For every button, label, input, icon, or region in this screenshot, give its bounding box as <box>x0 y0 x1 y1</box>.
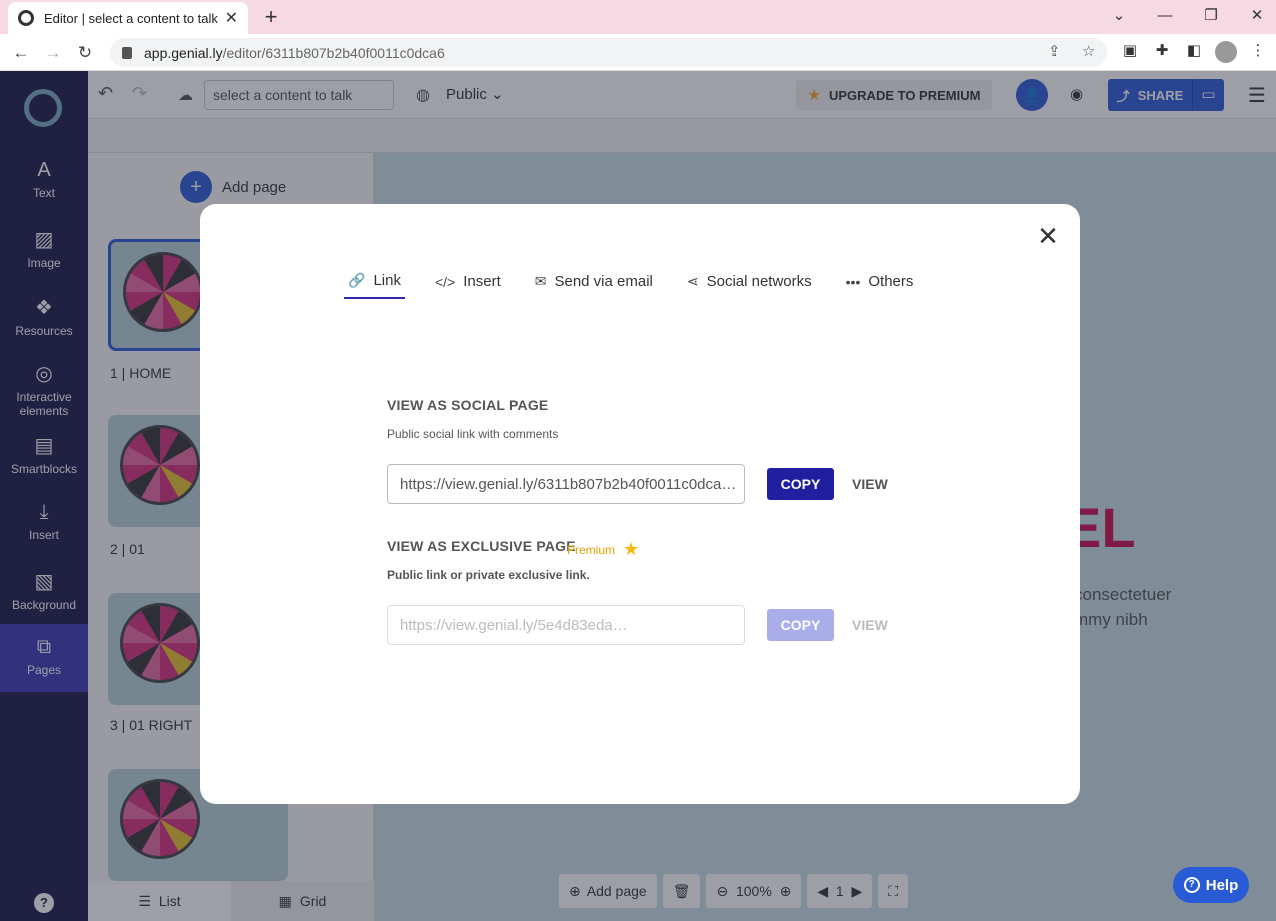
url-path: /editor/6311b807b2b40f0011c0dca6 <box>222 44 445 61</box>
premium-label: Premium <box>567 542 616 557</box>
code-icon: </> <box>434 273 456 290</box>
tab-label: Link <box>373 272 401 289</box>
back-icon[interactable]: ← <box>8 40 34 66</box>
minimize-button[interactable]: — <box>1150 4 1180 28</box>
more-icon: ••• <box>845 273 861 290</box>
tab-search-icon[interactable]: ⌄ <box>1104 4 1134 28</box>
share-icon: ⋖ <box>686 273 699 289</box>
premium-badge: Premium ★ <box>567 539 639 560</box>
help-button[interactable]: ? Help <box>1173 867 1249 903</box>
url-host: app.genial.ly <box>144 44 223 61</box>
tab-label: Send via email <box>554 273 653 290</box>
tab-title: Editor | select a content to talk <box>44 10 218 26</box>
tab-insert[interactable]: </> Insert <box>431 272 505 299</box>
sidepanel-icon[interactable]: ◧ <box>1184 41 1204 61</box>
reload-icon[interactable]: ↻ <box>72 40 98 66</box>
help-label: Help <box>1205 876 1239 894</box>
lock-icon <box>122 46 132 59</box>
restore-button[interactable]: ❐ <box>1196 4 1226 28</box>
exclusive-link-field: https://view.genial.ly/5e4d83eda… <box>387 605 745 645</box>
tab-label: Insert <box>463 273 501 290</box>
copy-social-link-button[interactable]: COPY <box>767 468 834 500</box>
genially-favicon-icon <box>18 10 34 26</box>
tab-others[interactable]: ••• Others <box>842 272 918 299</box>
share-tabs: 🔗 Link </> Insert ✉ Send via email ⋖ Social … <box>344 272 943 299</box>
copy-exclusive-link-button: COPY <box>767 609 834 641</box>
star-icon: ★ <box>623 539 640 559</box>
close-icon[interactable]: ✕ <box>1036 223 1060 249</box>
puzzle-icon[interactable]: ✚ <box>1152 41 1172 61</box>
close-window-button[interactable]: ✕ <box>1242 4 1272 28</box>
new-tab-button[interactable]: + <box>258 4 284 30</box>
exclusive-page-subtitle: Public link or private exclusive link. <box>387 568 590 582</box>
profile-avatar[interactable] <box>1215 41 1237 63</box>
social-link-field[interactable]: https://view.genial.ly/6311b807b2b40f001… <box>387 464 745 504</box>
browser-menu-icon[interactable]: ⋮ <box>1248 41 1268 61</box>
exclusive-page-title: VIEW AS EXCLUSIVE PAGE <box>387 538 576 554</box>
close-tab-icon[interactable]: ✕ <box>225 8 238 28</box>
help-icon: ? <box>1183 877 1200 893</box>
email-icon: ✉ <box>534 273 547 289</box>
forward-icon[interactable]: → <box>40 40 66 66</box>
browser-tabbar: Editor | select a content to talk ✕ + ⌄ … <box>0 0 1276 34</box>
tab-send-via-email[interactable]: ✉ Send via email <box>531 272 657 299</box>
browser-tab[interactable]: Editor | select a content to talk ✕ <box>8 2 248 34</box>
tab-link[interactable]: 🔗 Link <box>344 272 405 299</box>
social-page-title: VIEW AS SOCIAL PAGE <box>387 397 549 413</box>
tab-social-networks[interactable]: ⋖ Social networks <box>683 272 816 299</box>
link-icon: 🔗 <box>348 272 366 288</box>
address-bar[interactable]: app.genial.ly/editor/6311b807b2b40f0011c… <box>110 38 1107 67</box>
share-page-icon[interactable]: ⇪ <box>1048 42 1061 60</box>
social-page-subtitle: Public social link with comments <box>387 427 559 441</box>
view-social-link[interactable]: VIEW <box>852 476 888 492</box>
tab-label: Others <box>868 273 914 290</box>
bookmark-star-icon[interactable]: ☆ <box>1082 42 1095 60</box>
share-modal: ✕ 🔗 Link </> Insert ✉ Send via email ⋖ Socia… <box>200 204 1080 804</box>
view-exclusive-link: VIEW <box>852 617 888 633</box>
extension-icon[interactable]: ▣ <box>1120 41 1140 61</box>
tab-label: Social networks <box>706 273 812 290</box>
